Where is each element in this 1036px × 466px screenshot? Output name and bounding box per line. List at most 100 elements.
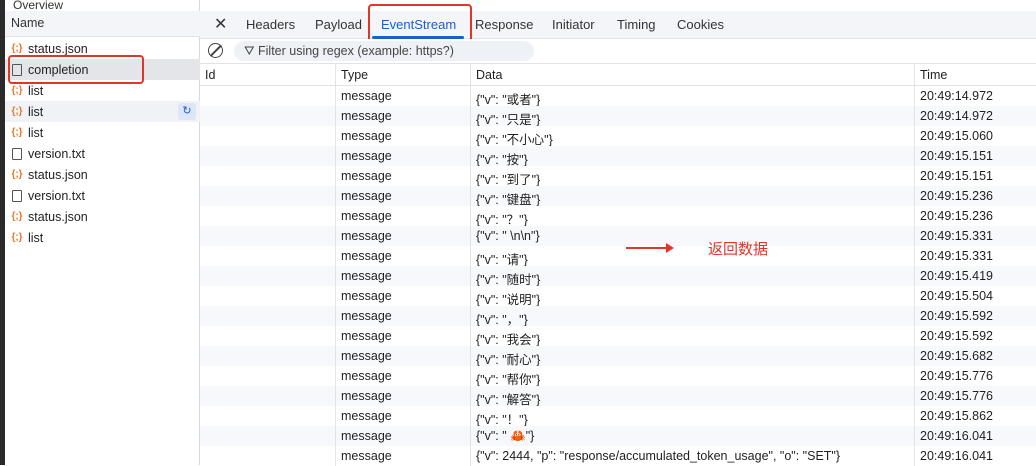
- table-row[interactable]: message {"v": "，"} 20:49:15.592: [200, 306, 1036, 326]
- request-item[interactable]: {;} status.json: [5, 206, 200, 227]
- cell-type: message: [336, 126, 471, 146]
- cell-time: 20:49:15.236: [920, 209, 993, 223]
- cell-data: {"v": "键盘"}: [471, 186, 915, 206]
- cell-time: 20:49:16.041: [920, 429, 993, 443]
- document-icon: [12, 147, 22, 160]
- table-row[interactable]: message {"v": "帮你"} 20:49:15.776: [200, 366, 1036, 386]
- tab-headers[interactable]: Headers: [246, 17, 295, 32]
- eventstream-table: Id Type Data Time message {"v": "或者"} 20:49:1…: [200, 64, 1036, 466]
- cell-data: {"v": "我会"}: [471, 326, 915, 346]
- close-icon[interactable]: ✕: [214, 14, 227, 34]
- column-header-time[interactable]: Time: [915, 64, 1036, 85]
- cell-id: [200, 426, 336, 446]
- column-header-id[interactable]: Id: [200, 64, 336, 85]
- cell-id: [200, 186, 336, 206]
- table-row[interactable]: message {"v": "随时"} 20:49:15.419: [200, 266, 1036, 286]
- replay-icon[interactable]: ↻: [178, 103, 196, 120]
- json-icon: {;}: [11, 43, 23, 54]
- table-row[interactable]: message {"v": "到了"} 20:49:15.151: [200, 166, 1036, 186]
- cell-data: {"v": "按"}: [471, 146, 915, 166]
- cell-type: message: [336, 406, 471, 426]
- table-row[interactable]: message {"v": "解答"} 20:49:15.776: [200, 386, 1036, 406]
- table-row[interactable]: message {"v": "键盘"} 20:49:15.236: [200, 186, 1036, 206]
- request-item[interactable]: {;} list: [5, 227, 200, 248]
- filter-input[interactable]: ⛛ Filter using regex (example: https?): [234, 41, 534, 61]
- cell-time: 20:49:15.331: [920, 249, 993, 263]
- clear-icon[interactable]: [208, 43, 223, 58]
- table-row[interactable]: message {"v": " 🦀"} 20:49:16.041: [200, 426, 1036, 446]
- cell-time: 20:49:15.236: [920, 189, 993, 203]
- cell-type: message: [336, 106, 471, 126]
- table-row[interactable]: message {"v": 2444, "p": "response/accumu…: [200, 446, 1036, 466]
- cell-type: message: [336, 206, 471, 226]
- table-row[interactable]: message {"v": "？"} 20:49:15.236: [200, 206, 1036, 226]
- request-item[interactable]: {;} status.json: [5, 164, 200, 185]
- cell-data: {"v": "或者"}: [471, 86, 915, 106]
- table-row[interactable]: message {"v": "或者"} 20:49:14.972: [200, 86, 1036, 106]
- cell-type: message: [336, 346, 471, 366]
- cell-id: [200, 246, 336, 266]
- tab-initiator[interactable]: Initiator: [552, 17, 595, 32]
- cell-id: [200, 446, 336, 466]
- column-header-type[interactable]: Type: [336, 64, 471, 85]
- request-item[interactable]: version.txt: [5, 185, 200, 206]
- overview-label[interactable]: Overview: [13, 0, 63, 11]
- cell-time: 20:49:15.592: [920, 329, 993, 343]
- cell-time: 20:49:15.419: [920, 269, 993, 283]
- cell-time: 20:49:15.776: [920, 389, 993, 403]
- cell-data: {"v": "不小心"}: [471, 126, 915, 146]
- column-header-data[interactable]: Data: [471, 64, 915, 85]
- document-icon: [12, 189, 22, 202]
- table-row[interactable]: message {"v": "耐心"} 20:49:15.682: [200, 346, 1036, 366]
- tab-cookies[interactable]: Cookies: [677, 17, 724, 32]
- table-row[interactable]: message {"v": "说明"} 20:49:15.504: [200, 286, 1036, 306]
- cell-type: message: [336, 326, 471, 346]
- tab-payload[interactable]: Payload: [315, 17, 362, 32]
- request-item[interactable]: {;} list ↻: [5, 101, 200, 122]
- cell-data: {"v": "随时"}: [471, 266, 915, 286]
- cell-data: {"v": "？"}: [471, 206, 915, 226]
- tab-timing[interactable]: Timing: [617, 17, 656, 32]
- request-item[interactable]: version.txt: [5, 143, 200, 164]
- request-name: version.txt: [28, 146, 85, 161]
- cell-type: message: [336, 306, 471, 326]
- name-column-header[interactable]: Name: [5, 11, 200, 37]
- cell-time: 20:49:15.682: [920, 349, 993, 363]
- annotation-text: 返回数据: [708, 241, 769, 258]
- table-row[interactable]: message {"v": "按"} 20:49:15.151: [200, 146, 1036, 166]
- json-icon: {;}: [11, 211, 23, 222]
- filter-icon: ⛛: [244, 44, 255, 58]
- cell-data: {"v": "耐心"}: [471, 346, 915, 366]
- table-row[interactable]: message {"v": "！"} 20:49:15.862: [200, 406, 1036, 426]
- cell-type: message: [336, 146, 471, 166]
- json-icon: {;}: [11, 106, 23, 117]
- cell-id: [200, 226, 336, 246]
- cell-time: 20:49:15.504: [920, 289, 993, 303]
- table-row[interactable]: message {"v": "请"} 20:49:15.331: [200, 246, 1036, 266]
- cell-id: [200, 266, 336, 286]
- request-name: list: [28, 230, 44, 245]
- tab-response[interactable]: Response: [475, 17, 534, 32]
- cell-type: message: [336, 266, 471, 286]
- cell-time: 20:49:15.862: [920, 409, 993, 423]
- highlight-eventstream: [368, 4, 472, 43]
- request-name: version.txt: [28, 188, 85, 203]
- cell-id: [200, 106, 336, 126]
- cell-data: {"v": 2444, "p": "response/accumulated_t…: [471, 446, 915, 466]
- cell-time: 20:49:16.041: [920, 449, 993, 463]
- cell-type: message: [336, 166, 471, 186]
- json-icon: {;}: [11, 232, 23, 243]
- cell-id: [200, 386, 336, 406]
- cell-data: {"v": "到了"}: [471, 166, 915, 186]
- cell-type: message: [336, 246, 471, 266]
- table-row[interactable]: message {"v": "只是"} 20:49:14.972: [200, 106, 1036, 126]
- request-item[interactable]: {;} list: [5, 122, 200, 143]
- cell-data: {"v": "帮你"}: [471, 366, 915, 386]
- json-icon: {;}: [11, 169, 23, 180]
- cell-id: [200, 86, 336, 106]
- table-row[interactable]: message {"v": "我会"} 20:49:15.592: [200, 326, 1036, 346]
- table-row[interactable]: message {"v": " \n\n"} 20:49:15.331: [200, 226, 1036, 246]
- cell-type: message: [336, 386, 471, 406]
- table-row[interactable]: message {"v": "不小心"} 20:49:15.060: [200, 126, 1036, 146]
- cell-id: [200, 206, 336, 226]
